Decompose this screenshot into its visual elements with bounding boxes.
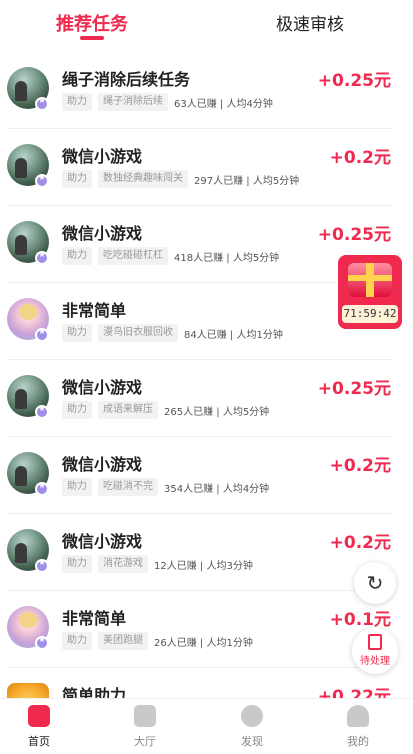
task-stats: 84人已赚 | 人均1分钟 xyxy=(184,329,283,341)
star-badge-icon xyxy=(35,250,49,265)
nav-home[interactable]: 首页 xyxy=(9,705,69,749)
star-badge-icon xyxy=(35,404,49,419)
task-stats: 297人已赚 | 人均5分钟 xyxy=(194,175,300,187)
pending-button[interactable]: 待处理 xyxy=(352,628,398,674)
tab-active-indicator xyxy=(80,36,104,40)
task-stats: 354人已赚 | 人均4分钟 xyxy=(164,483,270,495)
task-type-tag: 助力 xyxy=(62,478,92,496)
star-badge-icon xyxy=(35,173,49,188)
task-title: 微信小游戏 xyxy=(62,455,143,474)
red-envelope-gift-icon xyxy=(348,263,392,297)
task-name-tag: 吃碰消不完 xyxy=(98,478,158,496)
star-badge-icon xyxy=(35,96,49,111)
task-stats: 63人已赚 | 人均4分钟 xyxy=(174,98,273,110)
task-name-tag: 数独经典趣味闯关 xyxy=(98,170,188,188)
red-envelope-timer-widget[interactable]: 71:59:42 xyxy=(338,255,402,329)
task-meta: 助力 美团跑腿 26人已赚 | 人均1分钟 xyxy=(62,632,253,650)
star-badge-icon xyxy=(35,327,49,342)
nav-hall[interactable]: 大厅 xyxy=(115,705,175,749)
nav-mine[interactable]: 我的 xyxy=(328,705,388,749)
task-title: 微信小游戏 xyxy=(62,378,143,397)
task-type-tag: 助力 xyxy=(62,555,92,573)
top-tab-bar: 推荐任务 极速审核 xyxy=(0,0,413,52)
task-stats: 265人已赚 | 人均5分钟 xyxy=(164,406,270,418)
star-badge-icon xyxy=(35,481,49,496)
task-meta: 助力 漫鸟旧衣服回收 84人已赚 | 人均1分钟 xyxy=(62,324,283,342)
task-title: 非常简单 xyxy=(62,301,127,320)
task-title: 非常简单 xyxy=(62,609,127,628)
task-name-tag: 漫鸟旧衣服回收 xyxy=(98,324,178,342)
star-badge-icon xyxy=(35,635,49,650)
task-title: 微信小游戏 xyxy=(62,147,143,166)
task-reward: +0.25元 xyxy=(317,379,391,399)
task-reward: +0.2元 xyxy=(329,533,391,553)
task-name-tag: 消花游戏 xyxy=(98,555,148,573)
bottom-navigation: 首页 大厅 发现 我的 xyxy=(0,698,413,754)
task-reward: +0.25元 xyxy=(317,71,391,91)
nav-home-label: 首页 xyxy=(28,735,50,748)
task-title: 绳子消除后续任务 xyxy=(62,70,191,89)
task-reward: +0.1元 xyxy=(329,610,391,630)
document-icon xyxy=(368,634,382,650)
list-icon xyxy=(134,705,156,727)
refresh-icon: ↻ xyxy=(366,571,384,595)
task-type-tag: 助力 xyxy=(62,247,92,265)
tab-recommended[interactable]: 推荐任务 xyxy=(56,10,128,36)
task-stats: 418人已赚 | 人均5分钟 xyxy=(174,252,280,264)
task-reward: +0.2元 xyxy=(329,456,391,476)
task-type-tag: 助力 xyxy=(62,170,92,188)
task-meta: 助力 成语来解压 265人已赚 | 人均5分钟 xyxy=(62,401,269,419)
task-meta: 助力 绳子消除后续 63人已赚 | 人均4分钟 xyxy=(62,93,273,111)
home-icon xyxy=(28,705,50,727)
star-badge-icon xyxy=(35,558,49,573)
task-stats: 12人已赚 | 人均3分钟 xyxy=(154,560,253,572)
task-name-tag: 美团跑腿 xyxy=(98,632,148,650)
task-type-tag: 助力 xyxy=(62,401,92,419)
task-meta: 助力 吃吃碰碰杠杠 418人已赚 | 人均5分钟 xyxy=(62,247,279,265)
user-icon xyxy=(347,705,369,727)
task-type-tag: 助力 xyxy=(62,324,92,342)
task-name-tag: 吃吃碰碰杠杠 xyxy=(98,247,168,265)
task-meta: 助力 消花游戏 12人已赚 | 人均3分钟 xyxy=(62,555,253,573)
task-stats: 26人已赚 | 人均1分钟 xyxy=(154,637,253,649)
tab-fast-review[interactable]: 极速审核 xyxy=(276,10,344,35)
task-meta: 助力 吃碰消不完 354人已赚 | 人均4分钟 xyxy=(62,478,269,496)
compass-icon xyxy=(241,705,263,727)
task-row[interactable]: 微信小游戏助力数独经典趣味闯关 297人已赚 | 人均5分钟 +0.2元 xyxy=(0,129,413,206)
task-type-tag: 助力 xyxy=(62,93,92,111)
nav-discover[interactable]: 发现 xyxy=(222,705,282,749)
countdown-timer: 71:59:42 xyxy=(342,305,398,323)
task-title: 微信小游戏 xyxy=(62,532,143,551)
pending-label: 待处理 xyxy=(360,656,390,667)
task-type-tag: 助力 xyxy=(62,632,92,650)
nav-discover-label: 发现 xyxy=(241,735,263,748)
nav-hall-label: 大厅 xyxy=(134,735,156,748)
task-meta: 助力 数独经典趣味闯关 297人已赚 | 人均5分钟 xyxy=(62,170,299,188)
task-name-tag: 成语来解压 xyxy=(98,401,158,419)
task-row[interactable]: 微信小游戏助力成语来解压 265人已赚 | 人均5分钟 +0.25元 xyxy=(0,360,413,437)
task-reward: +0.25元 xyxy=(317,225,391,245)
task-row[interactable]: 绳子消除后续任务助力绳子消除后续 63人已赚 | 人均4分钟 +0.25元 xyxy=(0,52,413,129)
nav-mine-label: 我的 xyxy=(347,735,369,748)
task-row[interactable]: 微信小游戏助力消花游戏 12人已赚 | 人均3分钟 +0.2元 xyxy=(0,514,413,591)
task-title: 微信小游戏 xyxy=(62,224,143,243)
task-reward: +0.2元 xyxy=(329,148,391,168)
task-row[interactable]: 微信小游戏助力吃碰消不完 354人已赚 | 人均4分钟 +0.2元 xyxy=(0,437,413,514)
refresh-button[interactable]: ↻ xyxy=(354,562,396,604)
task-name-tag: 绳子消除后续 xyxy=(98,93,168,111)
